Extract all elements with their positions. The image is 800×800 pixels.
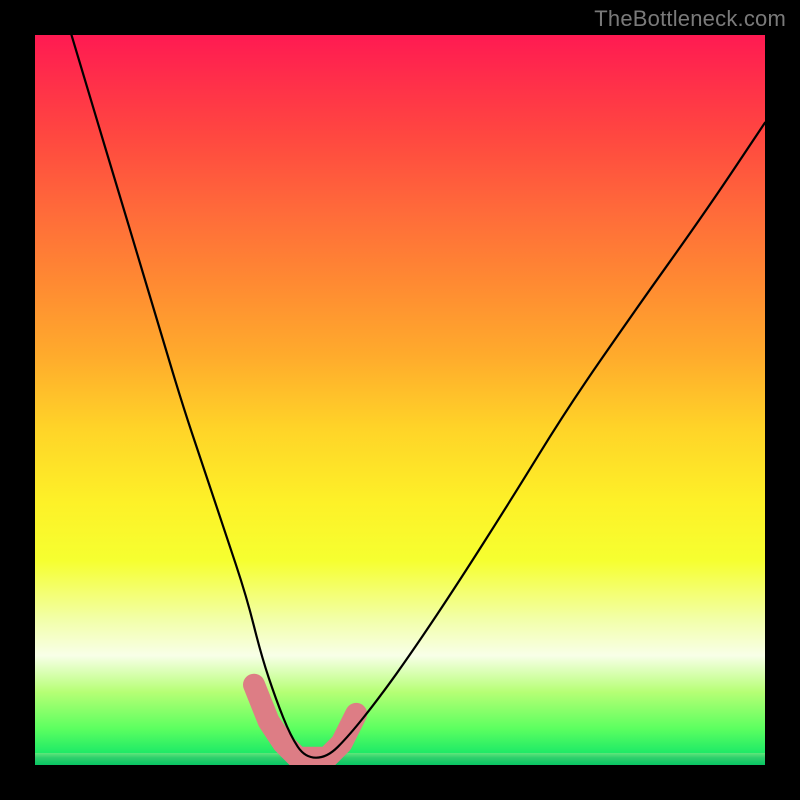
chart-frame: TheBottleneck.com <box>0 0 800 800</box>
bottleneck-curve <box>72 35 766 758</box>
plot-area <box>35 35 765 765</box>
optimal-zone-marker <box>254 685 356 758</box>
curve-svg <box>35 35 765 765</box>
watermark-text: TheBottleneck.com <box>594 6 786 32</box>
